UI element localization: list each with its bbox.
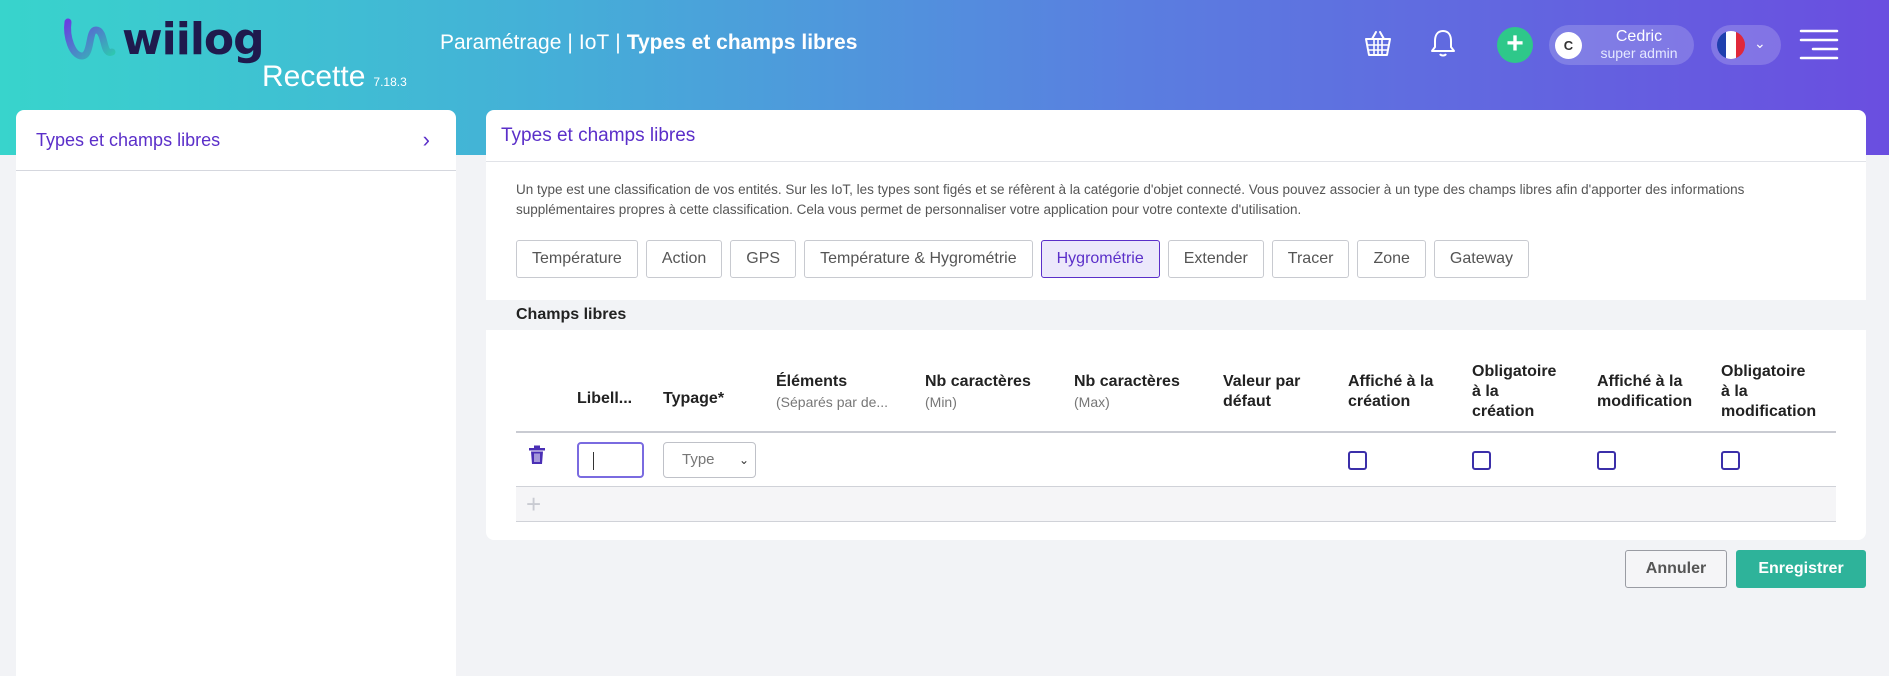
version-label: 7.18.3: [373, 75, 407, 89]
breadcrumb-separator: |: [615, 31, 621, 54]
breadcrumb-parametrage[interactable]: Paramétrage: [440, 31, 561, 54]
column-header-shown-modification[interactable]: Affiché à la modification: [1597, 372, 1692, 412]
environment-name: Recette: [262, 60, 366, 93]
column-header-required-creation[interactable]: Obligatoire à la création: [1472, 362, 1556, 422]
column-header-line: à la: [1721, 383, 1748, 400]
trash-icon[interactable]: [528, 445, 546, 465]
table-header-divider: [516, 431, 1836, 433]
chevron-right-icon: ›: [422, 127, 430, 152]
column-header-nb-max-sub: (Max): [1074, 394, 1110, 410]
save-button[interactable]: Enregistrer: [1736, 550, 1866, 588]
type-button-gateway[interactable]: Gateway: [1433, 240, 1530, 278]
type-button-gps[interactable]: GPS: [730, 240, 797, 278]
chevron-down-icon: ⌄: [1754, 35, 1766, 51]
add-row-plus-icon[interactable]: +: [526, 489, 541, 519]
column-header-line: Affiché à la: [1597, 373, 1683, 390]
type-button-action[interactable]: Action: [645, 240, 723, 278]
type-button-tracer[interactable]: Tracer: [1271, 240, 1350, 278]
column-header-nb-max-label: Nb caractères: [1074, 373, 1180, 390]
section-header: Champs libres: [486, 300, 1866, 330]
type-button-extender[interactable]: Extender: [1167, 240, 1264, 278]
column-header-line: à la: [1472, 383, 1499, 400]
column-header-line: création: [1348, 393, 1411, 410]
column-header-elements-sub: (Séparés par de...: [776, 394, 889, 410]
libelle-input[interactable]: [577, 442, 644, 478]
page-title: Types et champs libres: [501, 125, 696, 146]
chevron-down-icon: ⌄: [738, 453, 749, 467]
main-card: Types et champs libres Un type est une c…: [486, 110, 1866, 540]
wiilog-logo-mark-icon: [64, 18, 116, 60]
type-select-value: Type: [682, 451, 715, 468]
logo-text: wiilog: [122, 14, 265, 65]
column-header-typage[interactable]: Typage*: [663, 389, 724, 409]
checkbox-shown-creation[interactable]: [1348, 451, 1367, 470]
column-header-nb-min[interactable]: Nb caractères (Min): [925, 372, 1031, 412]
column-header-line: Affiché à la: [1348, 373, 1434, 390]
france-flag-icon: [1717, 31, 1745, 59]
column-header-elements-label: Éléments: [776, 373, 848, 390]
column-header-elements[interactable]: Éléments (Séparés par de...: [776, 372, 888, 412]
type-button-temperature-hygrometrie[interactable]: Température & Hygrométrie: [804, 240, 1033, 278]
cancel-button[interactable]: Annuler: [1625, 550, 1727, 588]
user-name: Cedric: [1615, 28, 1663, 45]
type-button-zone[interactable]: Zone: [1357, 240, 1426, 278]
column-header-nb-min-sub: (Min): [925, 394, 957, 410]
checkbox-required-creation[interactable]: [1472, 451, 1491, 470]
description-text: Un type est une classification de vos en…: [516, 182, 1745, 217]
left-sidebar: Types et champs libres ›: [16, 110, 456, 676]
breadcrumb: Paramétrage | IoT | Types et champs libres: [440, 31, 857, 55]
checkbox-shown-modification[interactable]: [1597, 451, 1616, 470]
column-header-shown-creation[interactable]: Affiché à la création: [1348, 372, 1433, 412]
column-header-line: défaut: [1223, 393, 1271, 410]
quick-add-button[interactable]: +: [1497, 27, 1533, 63]
user-menu[interactable]: C Cedric super admin: [1549, 25, 1694, 65]
sidebar-item-types-champs-libres[interactable]: Types et champs libres ›: [16, 110, 456, 171]
column-header-line: modification: [1721, 403, 1817, 420]
type-button-temperature[interactable]: Température: [516, 240, 638, 278]
breadcrumb-current: Types et champs libres: [626, 31, 858, 54]
column-header-libelle[interactable]: Libell...: [577, 389, 632, 409]
environment-label: Recette 7.18.3: [262, 60, 407, 94]
sidebar-item-label: Types et champs libres: [36, 129, 221, 150]
text-caret: [593, 452, 594, 470]
column-header-nb-min-label: Nb caractères: [925, 373, 1031, 390]
bell-icon[interactable]: [1426, 26, 1460, 60]
card-header: Types et champs libres: [486, 110, 1866, 162]
wiilog-logo[interactable]: wiilog: [62, 14, 265, 65]
checkbox-required-modification[interactable]: [1721, 451, 1740, 470]
column-header-line: Obligatoire: [1472, 363, 1557, 380]
language-selector[interactable]: ⌄: [1711, 25, 1781, 65]
type-button-hygrometrie[interactable]: Hygrométrie: [1040, 240, 1160, 278]
column-header-line: création: [1472, 403, 1535, 420]
user-role: super admin: [1600, 45, 1678, 61]
type-tabs: Température Action GPS Température & Hyg…: [516, 240, 1537, 278]
column-header-nb-max[interactable]: Nb caractères (Max): [1074, 372, 1180, 412]
column-header-line: Obligatoire: [1721, 363, 1806, 380]
column-header-line: modification: [1597, 393, 1693, 410]
breadcrumb-iot[interactable]: IoT: [579, 31, 609, 54]
add-row[interactable]: +: [516, 487, 1836, 522]
column-header-line: Valeur par: [1223, 373, 1301, 390]
menu-icon[interactable]: [1799, 28, 1839, 60]
avatar: C: [1555, 32, 1582, 59]
basket-icon[interactable]: [1361, 26, 1395, 60]
column-header-required-modification[interactable]: Obligatoire à la modification: [1721, 362, 1816, 422]
type-select[interactable]: Type ⌄: [663, 442, 756, 478]
breadcrumb-separator: |: [567, 31, 573, 54]
column-header-default-value[interactable]: Valeur par défaut: [1223, 372, 1300, 412]
section-title: Champs libres: [516, 306, 627, 323]
